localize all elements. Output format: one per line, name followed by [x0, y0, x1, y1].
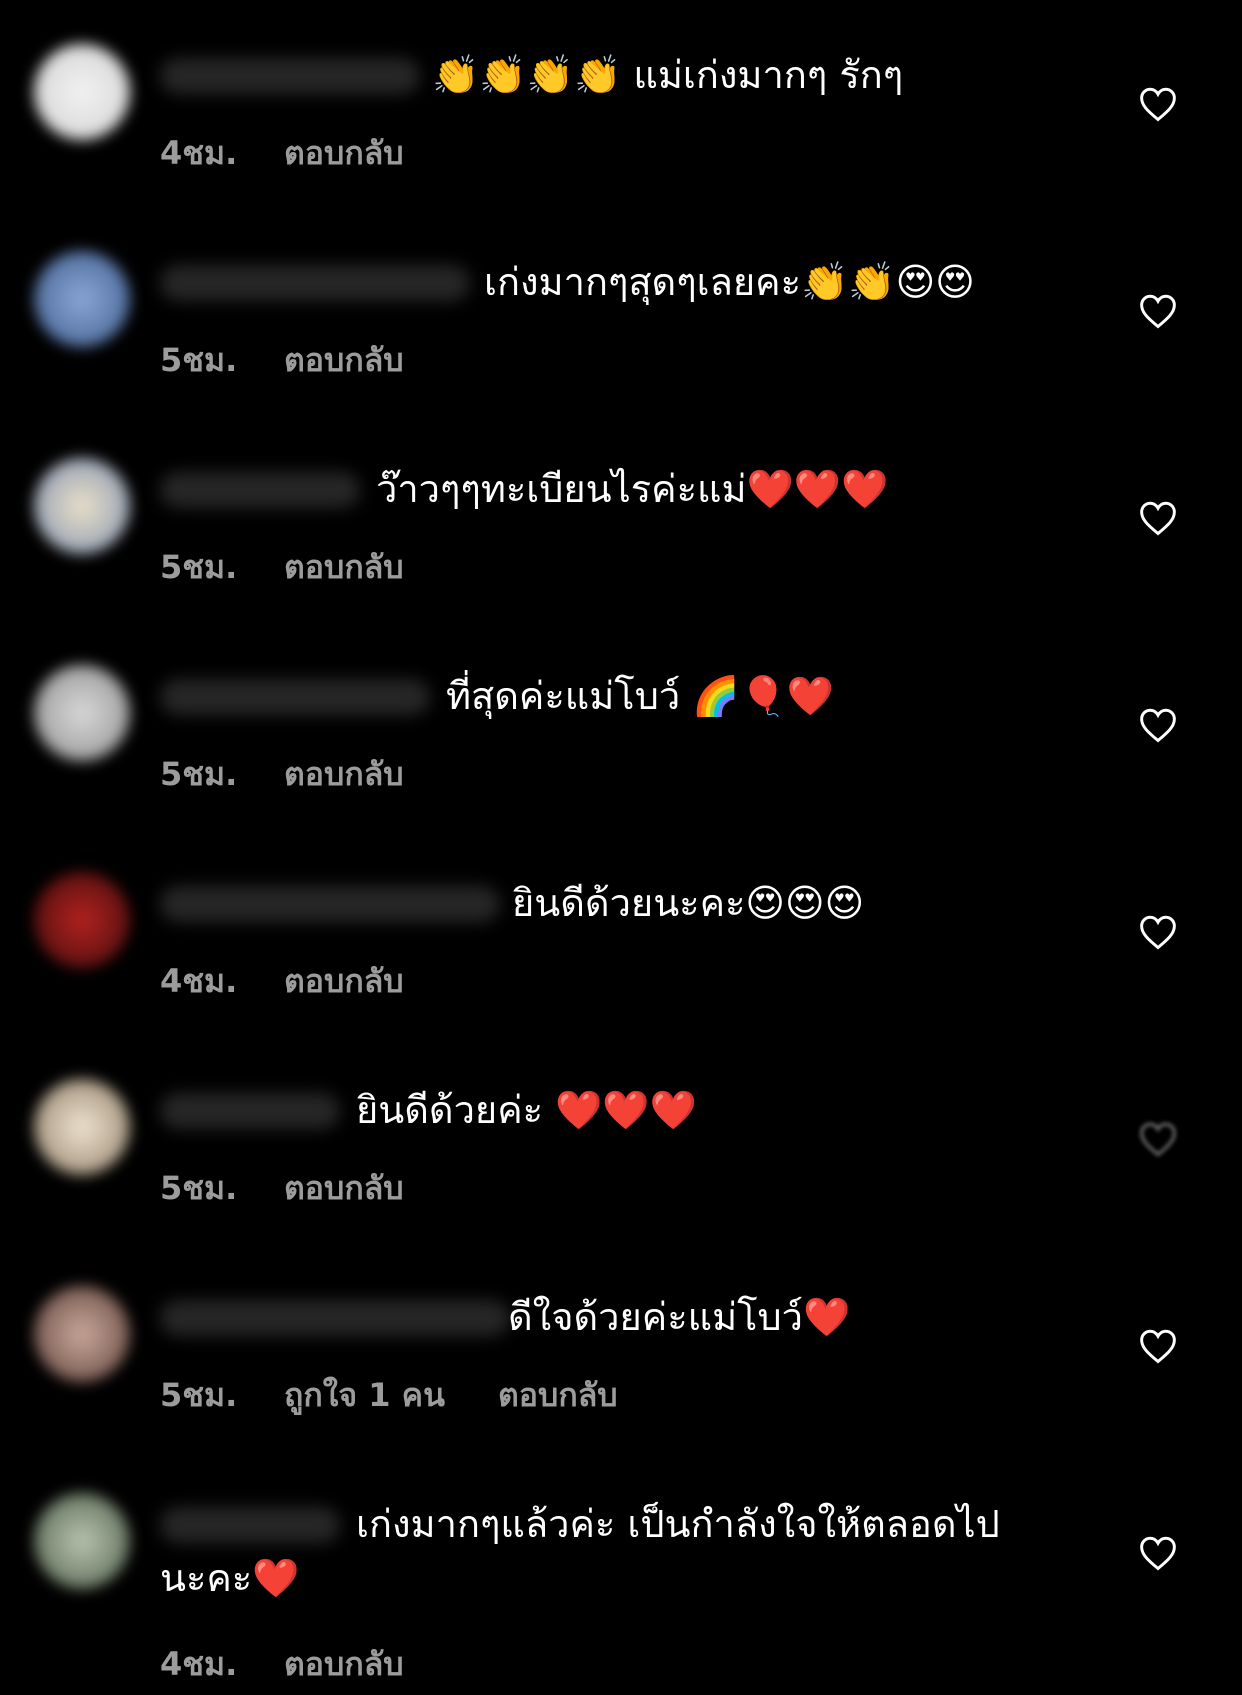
comment-time: 5ชม. — [160, 548, 238, 586]
comment-time: 4ชม. — [160, 962, 238, 1000]
comment-text: ดีใจด้วยค่ะแม่โบว์❤️ — [508, 1295, 851, 1339]
comment-text: ว๊าวๆๆทะเบียนไรค่ะแม่❤️❤️❤️ — [376, 467, 889, 511]
username-blurred[interactable] — [160, 1300, 510, 1336]
comment-text: เก่งมากๆสุดๆเลยคะ👏👏😍😍 — [484, 260, 975, 304]
reply-button[interactable]: ตอบกลับ — [284, 956, 404, 1007]
comment-time: 5ชม. — [160, 1376, 238, 1414]
reply-button[interactable]: ตอบกลับ — [284, 542, 404, 593]
likes-count[interactable]: ถูกใจ 1 คน — [284, 1370, 445, 1421]
avatar[interactable] — [34, 665, 130, 761]
heart-icon[interactable] — [1138, 86, 1178, 122]
avatar[interactable] — [34, 458, 130, 554]
comment-time: 4ชม. — [160, 1645, 238, 1683]
avatar[interactable] — [34, 251, 130, 347]
comment-text: ยินดีด้วยนะคะ😍😍😍 — [512, 881, 865, 925]
comment-time: 5ชม. — [160, 1169, 238, 1207]
reply-button[interactable]: ตอบกลับ — [284, 1639, 404, 1690]
username-blurred[interactable] — [160, 679, 430, 715]
reply-button[interactable]: ตอบกลับ — [284, 335, 404, 386]
username-blurred[interactable] — [160, 1507, 340, 1543]
comment-time: 5ชม. — [160, 755, 238, 793]
avatar[interactable] — [34, 1286, 130, 1382]
username-blurred[interactable] — [160, 472, 360, 508]
avatar[interactable] — [34, 872, 130, 968]
heart-icon[interactable] — [1138, 1121, 1178, 1157]
reply-button[interactable]: ตอบกลับ — [284, 749, 404, 800]
heart-icon[interactable] — [1138, 1535, 1178, 1571]
comment-text: เก่งมากๆแล้วค่ะ เป็นกำลังใจให้ตลอดไป — [356, 1502, 1000, 1546]
heart-icon[interactable] — [1138, 707, 1178, 743]
comment-text: 👏👏👏👏 แม่เก่งมากๆ รักๆ — [432, 53, 904, 97]
username-blurred[interactable] — [160, 886, 500, 922]
reply-button[interactable]: ตอบกลับ — [498, 1370, 618, 1421]
heart-icon[interactable] — [1138, 293, 1178, 329]
comment-text-line2: นะคะ❤️ — [160, 1556, 300, 1600]
avatar[interactable] — [34, 1493, 130, 1589]
comment-time: 5ชม. — [160, 341, 238, 379]
heart-icon[interactable] — [1138, 1328, 1178, 1364]
avatar[interactable] — [34, 1079, 130, 1175]
avatar[interactable] — [34, 44, 130, 140]
username-blurred[interactable] — [160, 58, 420, 94]
heart-icon[interactable] — [1138, 914, 1178, 950]
heart-icon[interactable] — [1138, 500, 1178, 536]
comment-text: ที่สุดค่ะแม่โบว์ 🌈🎈❤️ — [446, 674, 835, 718]
username-blurred[interactable] — [160, 1093, 340, 1129]
comment-text: ยินดีด้วยค่ะ ❤️❤️❤️ — [356, 1088, 698, 1132]
reply-button[interactable]: ตอบกลับ — [284, 128, 404, 179]
username-blurred[interactable] — [160, 265, 470, 301]
comment-time: 4ชม. — [160, 134, 238, 172]
reply-button[interactable]: ตอบกลับ — [284, 1163, 404, 1214]
